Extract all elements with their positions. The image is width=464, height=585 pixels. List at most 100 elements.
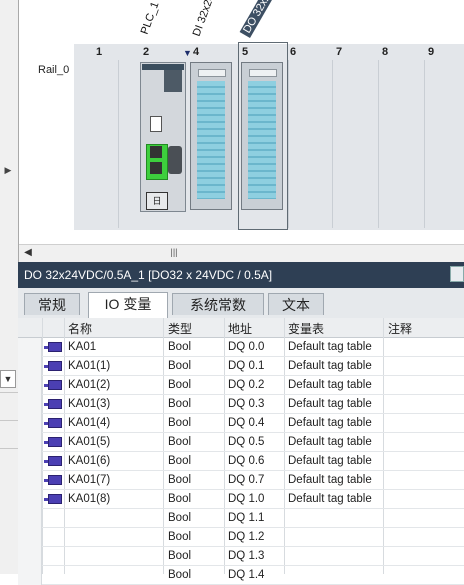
row-indicator (18, 490, 42, 509)
column-header-name[interactable]: 名称 (68, 320, 92, 337)
divider (0, 392, 18, 393)
slot-number: 7 (336, 46, 343, 58)
divider (0, 448, 18, 449)
column-header-comment[interactable]: 注释 (388, 320, 412, 337)
left-panel-lower (0, 262, 19, 574)
cell-address[interactable]: DQ 0.6 (228, 455, 264, 467)
cell-address[interactable]: DQ 0.1 (228, 360, 264, 372)
plc-display (164, 70, 182, 92)
slot-number: 2 (143, 46, 150, 58)
cell-address[interactable]: DQ 0.5 (228, 436, 264, 448)
slot-number: 6 (290, 46, 297, 58)
row-indicator (18, 414, 42, 433)
terminal-block (197, 81, 225, 199)
cell-name[interactable]: KA01 (68, 341, 96, 353)
cell-tag-table[interactable]: Default tag table (288, 455, 372, 467)
scroll-thumb-grip[interactable]: ||| (166, 246, 182, 259)
cell-name[interactable]: KA01(3) (68, 398, 110, 410)
slot-divider (288, 60, 289, 228)
cell-type[interactable]: Bool (168, 379, 191, 391)
slot-number: 9 (428, 46, 435, 58)
cell-type[interactable]: Bool (168, 531, 191, 543)
cell-address[interactable]: DQ 0.0 (228, 341, 264, 353)
properties-title: DO 32x24VDC/0.5A_1 [DO32 x 24VDC / 0.5A] (18, 262, 464, 288)
io-tag-icon (44, 456, 62, 466)
slot-divider (424, 60, 425, 228)
cell-tag-table[interactable]: Default tag table (288, 417, 372, 429)
cell-type[interactable]: Bool (168, 569, 191, 581)
panel-options-icon[interactable] (450, 266, 464, 282)
io-tag-icon (44, 380, 62, 390)
slot-divider (332, 60, 333, 228)
cell-name[interactable]: KA01(2) (68, 379, 110, 391)
row-indicator (18, 528, 42, 547)
cell-address[interactable]: DQ 1.2 (228, 531, 264, 543)
cell-type[interactable]: Bool (168, 341, 191, 353)
io-tag-icon (44, 494, 62, 504)
di-module[interactable] (190, 62, 232, 210)
scroll-left-icon[interactable]: ◀ (22, 246, 34, 259)
tab-general[interactable]: 常规 (24, 293, 80, 315)
cell-tag-table[interactable]: Default tag table (288, 379, 372, 391)
column-header-type[interactable]: 类型 (168, 320, 192, 337)
cell-type[interactable]: Bool (168, 417, 191, 429)
cell-address[interactable]: DQ 0.2 (228, 379, 264, 391)
slot-number: 8 (382, 46, 389, 58)
selected-module-frame (238, 42, 288, 230)
cell-type[interactable]: Bool (168, 550, 191, 562)
cell-address[interactable]: DQ 1.1 (228, 512, 264, 524)
slot-number: 1 (96, 46, 103, 58)
scroll-right-icon[interactable]: ▶ (2, 164, 14, 176)
cell-name[interactable]: KA01(5) (68, 436, 110, 448)
module-tag (198, 69, 226, 77)
row-indicator (18, 547, 42, 566)
slot-number: 4 (193, 46, 200, 58)
left-panel-strip (0, 0, 19, 262)
row-indicator (18, 566, 42, 585)
io-tag-icon (44, 399, 62, 409)
cell-type[interactable]: Bool (168, 474, 191, 486)
cell-address[interactable]: DQ 0.7 (228, 474, 264, 486)
row-indicator (18, 471, 42, 490)
cell-type[interactable]: Bool (168, 455, 191, 467)
ethernet-port-icon (150, 146, 162, 158)
tab-io-tags[interactable]: IO 变量 (88, 292, 168, 318)
cell-address[interactable]: DQ 1.4 (228, 569, 264, 581)
io-tag-icon (44, 475, 62, 485)
cell-name[interactable]: KA01(6) (68, 455, 110, 467)
cell-tag-table[interactable]: Default tag table (288, 493, 372, 505)
cell-tag-table[interactable]: Default tag table (288, 474, 372, 486)
divider (0, 420, 18, 421)
cell-name[interactable]: KA01(8) (68, 493, 110, 505)
cell-type[interactable]: Bool (168, 493, 191, 505)
cell-type[interactable]: Bool (168, 398, 191, 410)
insert-marker-icon: ▼ (183, 48, 192, 58)
rail-label: Rail_0 (38, 64, 70, 76)
cell-tag-table[interactable]: Default tag table (288, 341, 372, 353)
horizontal-scrollbar[interactable] (19, 244, 464, 262)
cell-type[interactable]: Bool (168, 436, 191, 448)
cell-tag-table[interactable]: Default tag table (288, 360, 372, 372)
cell-tag-table[interactable]: Default tag table (288, 436, 372, 448)
cell-tag-table[interactable]: Default tag table (288, 398, 372, 410)
column-header-tag-table[interactable]: 变量表 (288, 320, 324, 337)
column-header-address[interactable]: 地址 (228, 320, 252, 337)
chevron-down-icon[interactable]: ▼ (0, 370, 16, 388)
tab-system-constants[interactable]: 系统常数 (172, 293, 264, 315)
cell-address[interactable]: DQ 1.0 (228, 493, 264, 505)
row-indicator (18, 509, 42, 528)
cell-type[interactable]: Bool (168, 360, 191, 372)
row-indicator (18, 376, 42, 395)
cell-address[interactable]: DQ 0.3 (228, 398, 264, 410)
slot-divider (378, 60, 379, 228)
tab-texts[interactable]: 文本 (268, 293, 324, 315)
ethernet-port-icon (150, 162, 162, 174)
cell-type[interactable]: Bool (168, 512, 191, 524)
cell-address[interactable]: DQ 0.4 (228, 417, 264, 429)
io-tag-icon (44, 418, 62, 428)
io-tag-icon (44, 437, 62, 447)
cell-name[interactable]: KA01(4) (68, 417, 110, 429)
cell-address[interactable]: DQ 1.3 (228, 550, 264, 562)
cell-name[interactable]: KA01(1) (68, 360, 110, 372)
cell-name[interactable]: KA01(7) (68, 474, 110, 486)
